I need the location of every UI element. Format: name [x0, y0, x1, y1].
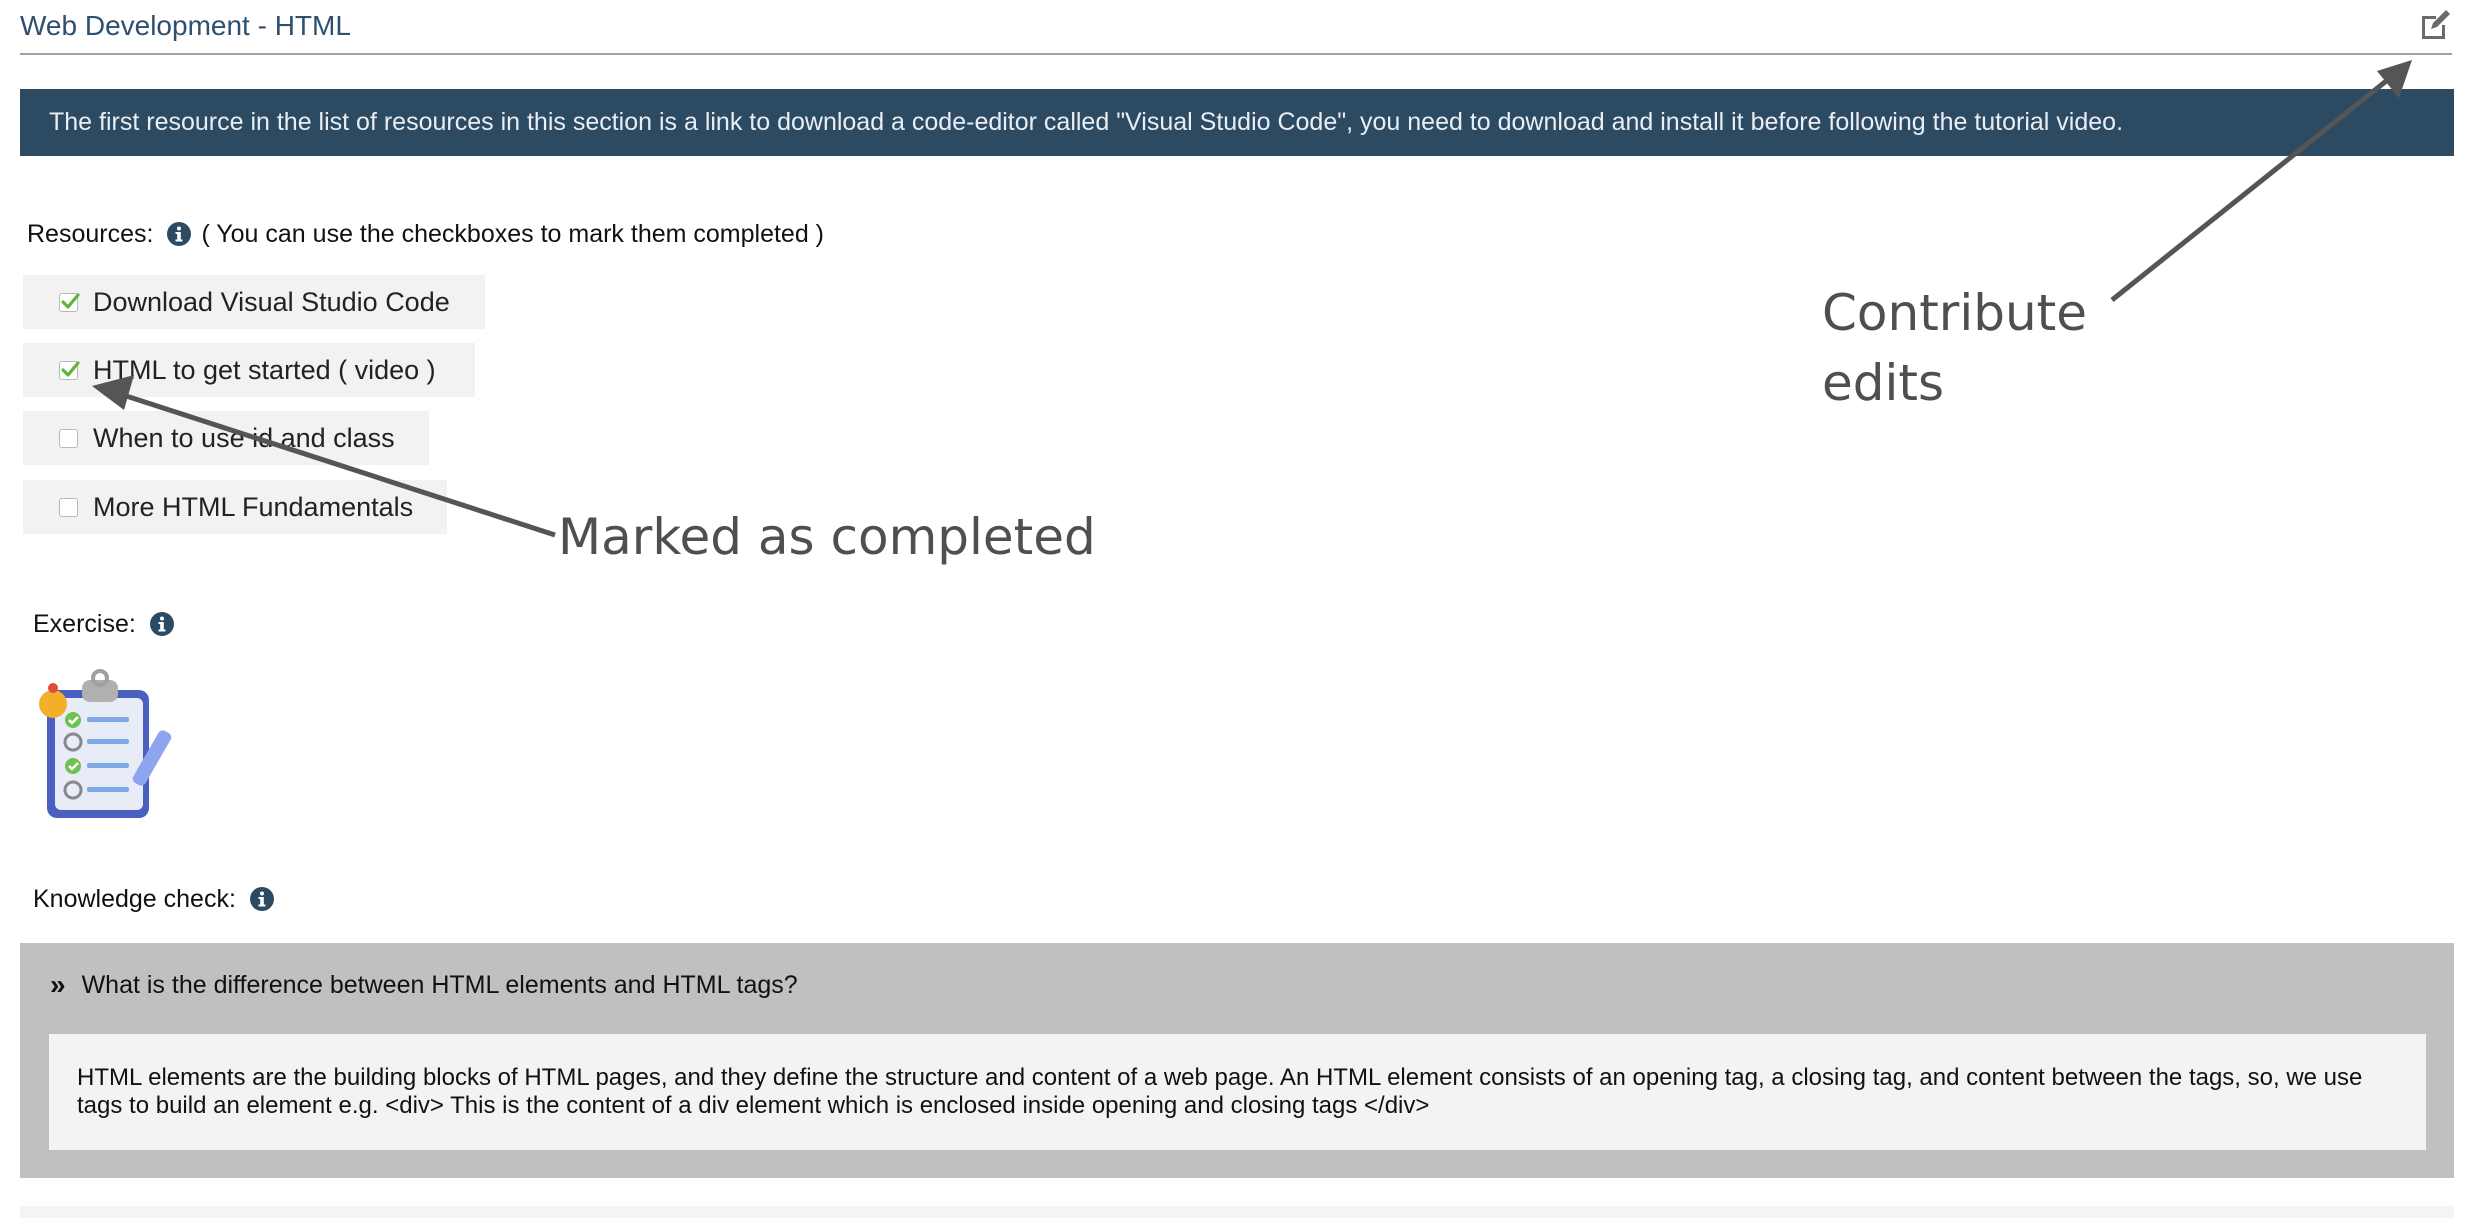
resource-checkbox[interactable]	[59, 360, 80, 380]
resource-label[interactable]: HTML to get started ( video )	[93, 355, 436, 386]
knowledge-check-heading: Knowledge check:	[33, 882, 284, 916]
title-divider	[20, 53, 2452, 55]
annotation-marked-completed: Marked as completed	[558, 508, 1096, 566]
info-banner: The first resource in the list of resour…	[20, 89, 2454, 156]
resource-checkbox[interactable]	[59, 292, 80, 312]
resource-item-id-class[interactable]: When to use id and class	[23, 411, 429, 465]
annotation-contribute-edits: Contribute edits	[1822, 278, 2087, 418]
info-icon[interactable]	[167, 222, 192, 246]
resource-checkbox[interactable]	[59, 497, 78, 517]
exercise-heading: Exercise:	[33, 607, 184, 641]
chevron-right-double-icon: »	[50, 969, 66, 1000]
edit-button[interactable]	[2418, 8, 2452, 42]
annotation-contribute-line2: edits	[1822, 354, 1945, 412]
resource-item-html-video[interactable]: HTML to get started ( video )	[23, 343, 475, 397]
question-text: What is the difference between HTML elem…	[81, 971, 798, 999]
knowledge-check-label: Knowledge check:	[33, 885, 236, 913]
knowledge-check-question[interactable]: » What is the difference between HTML el…	[50, 968, 798, 1002]
exercise-link[interactable]	[27, 668, 177, 823]
exercise-label: Exercise:	[33, 610, 136, 638]
checkmark-icon	[61, 292, 80, 309]
next-section-edge	[20, 1206, 2454, 1218]
page-title: Web Development - HTML	[20, 10, 351, 41]
resources-label: Resources:	[27, 220, 154, 248]
info-icon[interactable]	[149, 612, 174, 636]
knowledge-check-answer: HTML elements are the building blocks of…	[49, 1034, 2426, 1150]
annotation-contribute-line1: Contribute	[1822, 284, 2088, 342]
resource-label[interactable]: Download Visual Studio Code	[93, 287, 450, 318]
clipboard-checklist-icon	[39, 669, 172, 818]
resource-label[interactable]: When to use id and class	[93, 423, 395, 454]
resource-checkbox[interactable]	[59, 428, 78, 448]
resources-heading: Resources: ( You can use the checkboxes …	[27, 217, 824, 251]
resource-item-html-fundamentals[interactable]: More HTML Fundamentals	[23, 480, 447, 534]
edit-pencil-icon	[2422, 10, 2450, 39]
resources-hint: ( You can use the checkboxes to mark the…	[201, 220, 825, 248]
resource-label[interactable]: More HTML Fundamentals	[93, 492, 413, 523]
checkmark-icon	[61, 360, 80, 377]
info-icon[interactable]	[249, 887, 274, 911]
resource-item-download-vscode[interactable]: Download Visual Studio Code	[23, 275, 485, 329]
